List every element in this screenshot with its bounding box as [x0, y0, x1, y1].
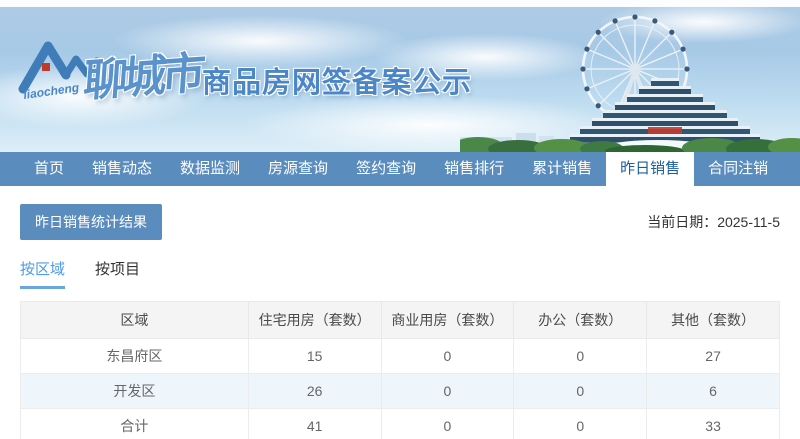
- site-banner: liaocheng 聊城市 商品房网签备案公示: [0, 7, 800, 152]
- yesterday-sales-stats-button[interactable]: 昨日销售统计结果: [20, 204, 162, 240]
- nav-item-yesterday-sales[interactable]: 昨日销售: [606, 152, 695, 186]
- col-header-region: 区域: [20, 301, 249, 339]
- cell-value: 0: [380, 373, 515, 409]
- cell-value: 6: [646, 373, 780, 409]
- cell-value: 0: [513, 373, 648, 409]
- nav-item-home[interactable]: 首页: [20, 152, 78, 186]
- table-row: 东昌府区 15 0 0 27: [20, 338, 780, 374]
- sales-table-container: 区域 住宅用房（套数） 商业用房（套数） 办公（套数） 其他（套数） 东昌府区 …: [20, 301, 780, 439]
- nav-item-data-monitoring[interactable]: 数据监测: [166, 152, 254, 186]
- nav-item-sales-dynamics[interactable]: 销售动态: [78, 152, 166, 186]
- col-header-other: 其他（套数）: [646, 301, 780, 339]
- sales-by-region-table: 区域 住宅用房（套数） 商业用房（套数） 办公（套数） 其他（套数） 东昌府区 …: [20, 301, 780, 439]
- current-date: 当前日期：2025-11-5: [647, 212, 780, 232]
- cell-value: 26: [247, 373, 382, 409]
- cell-value: 33: [646, 408, 780, 439]
- cell-region: 开发区: [20, 373, 249, 409]
- table-header-row: 区域 住宅用房（套数） 商业用房（套数） 办公（套数） 其他（套数）: [20, 301, 780, 339]
- nav-item-contract-query[interactable]: 签约查询: [342, 152, 430, 186]
- cell-value: 27: [646, 338, 780, 374]
- table-row: 开发区 26 0 0 6: [20, 373, 780, 409]
- nav-item-contract-cancellation[interactable]: 合同注销: [694, 152, 782, 186]
- current-date-label: 当前日期：: [647, 214, 718, 230]
- tab-by-region[interactable]: 按区域: [20, 258, 66, 289]
- cell-value: 0: [380, 408, 515, 439]
- col-header-residential: 住宅用房（套数）: [247, 301, 382, 339]
- table-row-total: 合计 41 0 0 33: [20, 408, 780, 439]
- cell-region: 东昌府区: [20, 338, 249, 374]
- city-name-calligraphy: 聊城市: [82, 48, 203, 107]
- col-header-office: 办公（套数）: [513, 301, 648, 339]
- ferris-wheel-hotel-illustration: [460, 14, 800, 152]
- page-top-strip: [0, 0, 800, 7]
- cell-region: 合计: [20, 408, 249, 439]
- main-navigation: 首页 销售动态 数据监测 房源查询 签约查询 销售排行 累计销售 昨日销售 合同…: [0, 152, 800, 186]
- cell-value: 0: [380, 338, 515, 374]
- cell-value: 41: [247, 408, 382, 439]
- cell-value: 0: [513, 408, 648, 439]
- toolbar: 昨日销售统计结果 当前日期：2025-11-5: [0, 186, 800, 240]
- view-tabs: 按区域 按项目: [0, 240, 800, 289]
- cell-value: 0: [513, 338, 648, 374]
- nav-item-housing-query[interactable]: 房源查询: [254, 152, 342, 186]
- col-header-commercial: 商业用房（套数）: [380, 301, 515, 339]
- nav-item-cumulative-sales[interactable]: 累计销售: [518, 152, 606, 186]
- current-date-value: 2025-11-5: [717, 214, 780, 230]
- nav-item-sales-ranking[interactable]: 销售排行: [430, 152, 518, 186]
- site-title: 商品房网签备案公示: [202, 67, 473, 99]
- cell-value: 15: [247, 338, 382, 374]
- tab-by-project[interactable]: 按项目: [95, 258, 140, 289]
